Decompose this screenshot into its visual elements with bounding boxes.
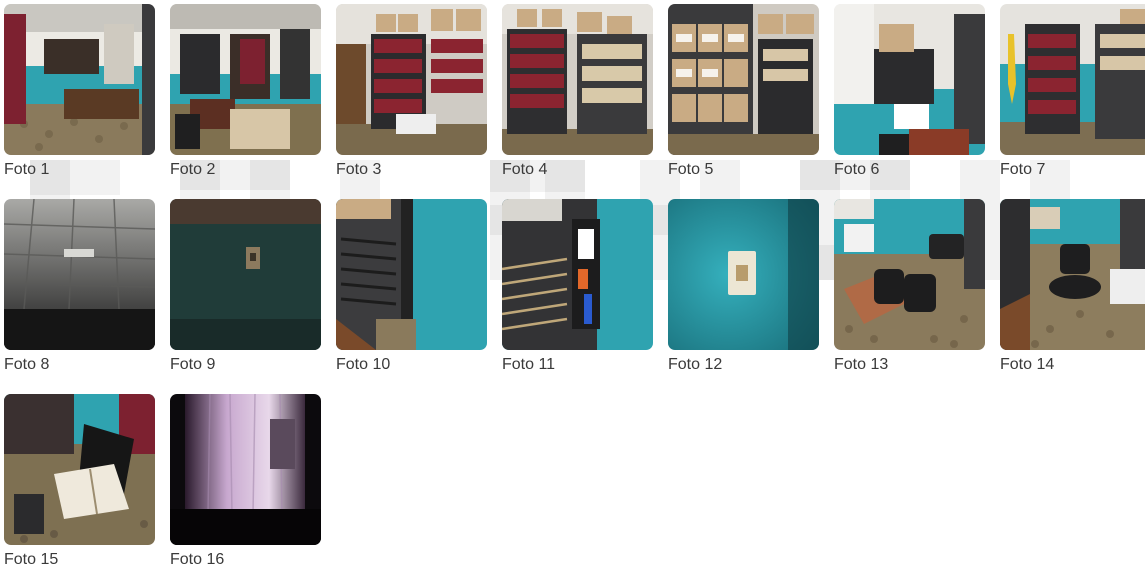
photo-thumbnail[interactable] [668,199,819,350]
photo-thumbnail[interactable] [170,394,321,545]
photo-tile[interactable]: Foto 15 [4,394,155,573]
photo-grid: Foto 1 Foto 2 Foto 3 Foto 4 Foto 5 Foto … [4,4,1145,573]
photo-thumbnail[interactable] [170,199,321,350]
photo-caption: Foto 1 [4,161,50,178]
photo-thumbnail[interactable] [834,4,985,155]
photo-caption: Foto 10 [336,356,391,373]
photo-caption: Foto 6 [834,161,880,178]
photo-tile[interactable]: Foto 10 [336,199,487,394]
photo-tile[interactable]: Foto 14 [1000,199,1145,394]
photo-caption: Foto 4 [502,161,548,178]
photo-tile[interactable]: Foto 12 [668,199,819,394]
photo-caption: Foto 3 [336,161,382,178]
photo-thumbnail[interactable] [4,199,155,350]
photo-caption: Foto 5 [668,161,714,178]
photo-caption: Foto 7 [1000,161,1046,178]
photo-thumbnail[interactable] [1000,4,1145,155]
photo-thumbnail[interactable] [1000,199,1145,350]
photo-tile[interactable]: Foto 2 [170,4,321,199]
photo-tile[interactable]: Foto 13 [834,199,985,394]
photo-tile[interactable]: Foto 1 [4,4,155,199]
photo-thumbnail[interactable] [502,199,653,350]
photo-tile[interactable]: Foto 9 [170,199,321,394]
photo-tile[interactable]: Foto 7 [1000,4,1145,199]
photo-tile[interactable]: Foto 8 [4,199,155,394]
photo-thumbnail[interactable] [668,4,819,155]
photo-caption: Foto 9 [170,356,216,373]
photo-thumbnail[interactable] [336,4,487,155]
photo-tile[interactable]: Foto 6 [834,4,985,199]
photo-thumbnail[interactable] [336,199,487,350]
photo-caption: Foto 8 [4,356,50,373]
photo-tile[interactable]: Foto 11 [502,199,653,394]
photo-caption: Foto 12 [668,356,723,373]
photo-thumbnail[interactable] [502,4,653,155]
photo-thumbnail[interactable] [170,4,321,155]
photo-tile[interactable]: Foto 16 [170,394,321,573]
photo-caption: Foto 13 [834,356,889,373]
photo-caption: Foto 16 [170,551,225,568]
photo-tile[interactable]: Foto 3 [336,4,487,199]
photo-tile[interactable]: Foto 4 [502,4,653,199]
photo-caption: Foto 14 [1000,356,1055,373]
photo-caption: Foto 11 [502,356,556,373]
photo-gallery-page: Foto 1 Foto 2 Foto 3 Foto 4 Foto 5 Foto … [0,0,1145,573]
photo-caption: Foto 15 [4,551,59,568]
photo-caption: Foto 2 [170,161,216,178]
photo-thumbnail[interactable] [4,394,155,545]
photo-thumbnail[interactable] [834,199,985,350]
photo-thumbnail[interactable] [4,4,155,155]
photo-tile[interactable]: Foto 5 [668,4,819,199]
